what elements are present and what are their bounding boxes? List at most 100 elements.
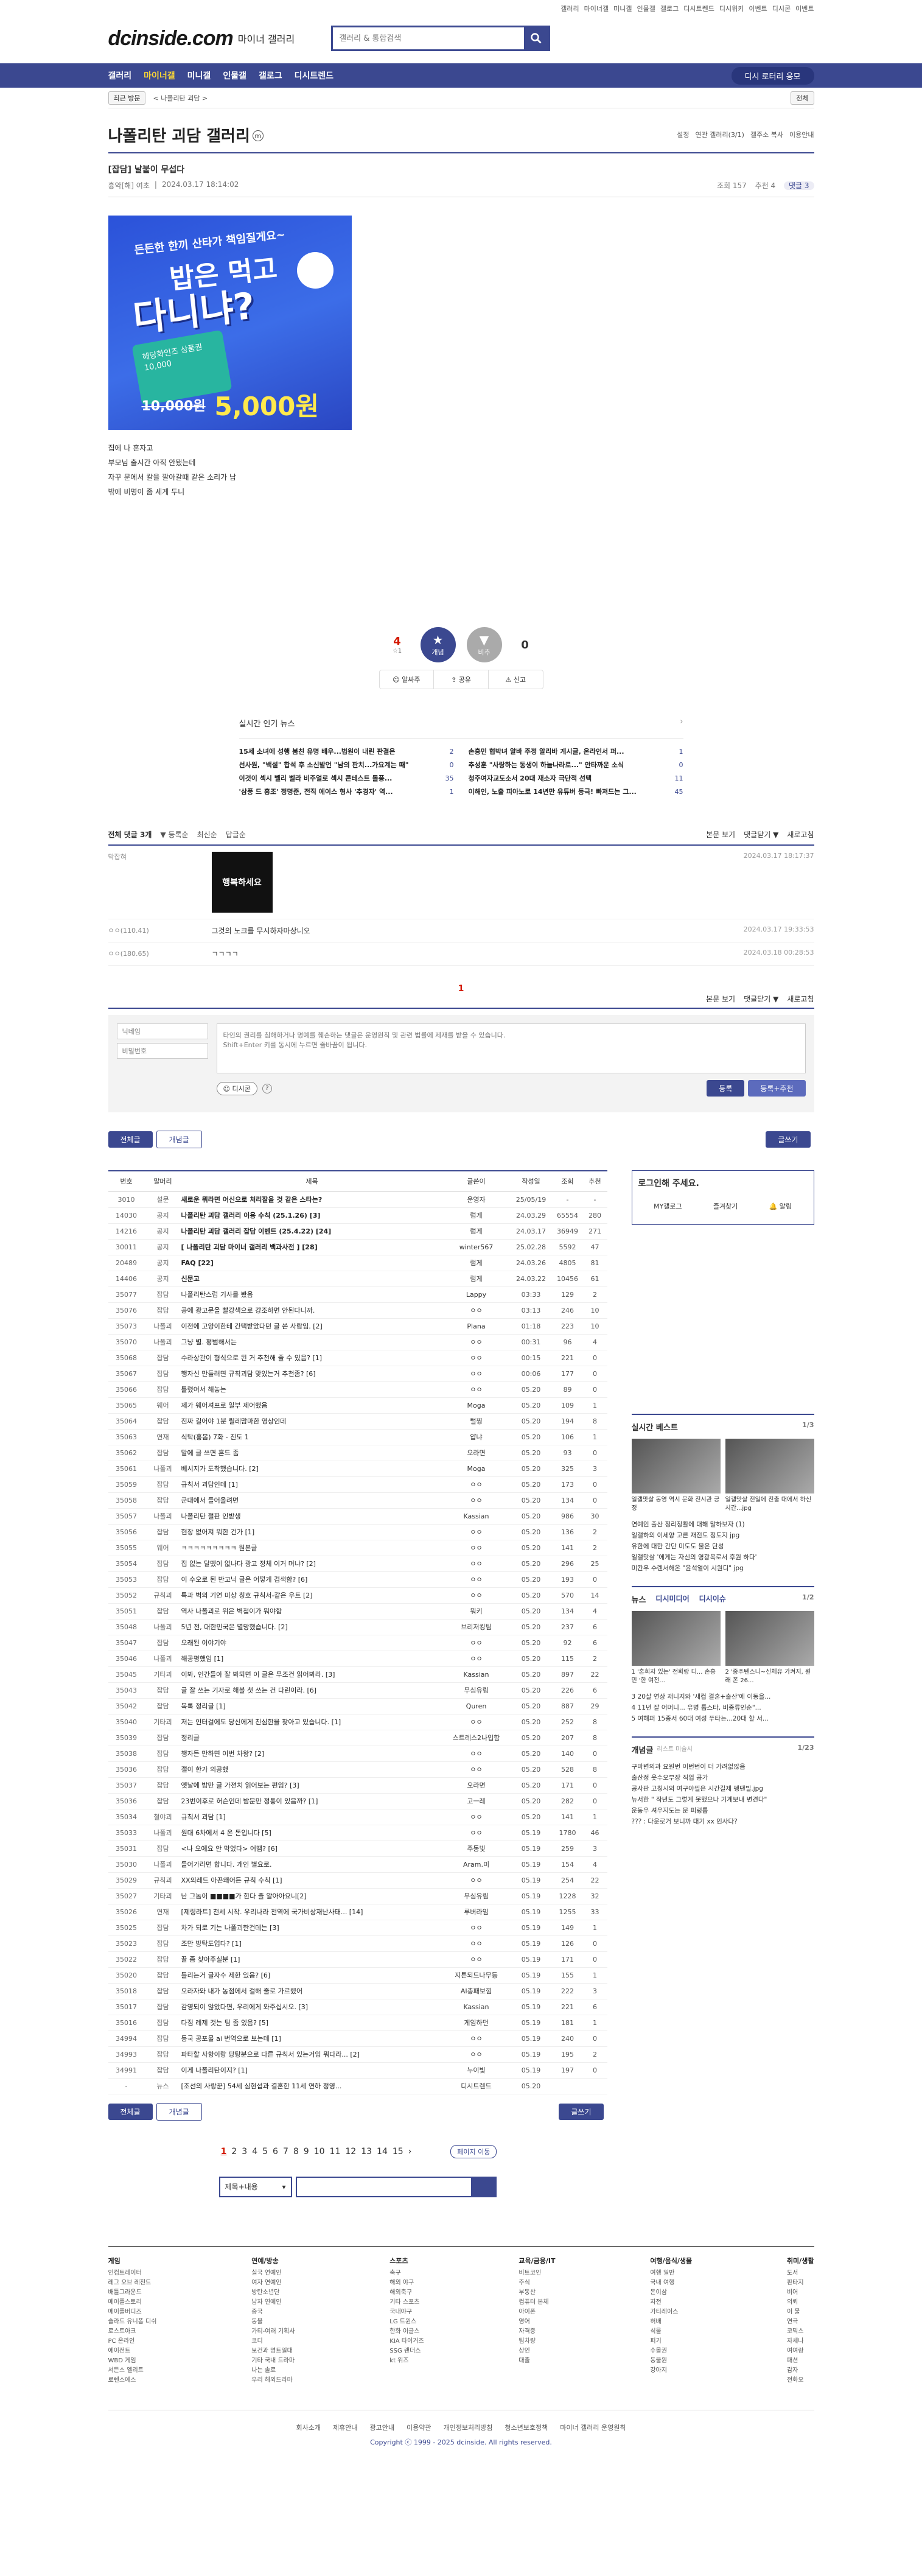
table-cell-writer[interactable]: 누이빛 bbox=[442, 2062, 510, 2079]
footer-link[interactable]: 국내 여행 bbox=[650, 2278, 692, 2288]
footer-col-title[interactable]: 연예/방송 bbox=[251, 2256, 295, 2266]
news-item[interactable]: 청주여자교도소서 20대 재소자 극단적 선택 11 bbox=[469, 772, 683, 785]
table-cell-writer[interactable]: ㅇㅇ bbox=[442, 1350, 510, 1366]
page-link[interactable]: 5 bbox=[262, 2147, 268, 2157]
footer-link[interactable]: 의뢰 bbox=[787, 2298, 814, 2308]
search-type-select[interactable]: 제목+내용 ▾ bbox=[218, 2176, 292, 2197]
footer-link[interactable]: 영어 bbox=[519, 2317, 555, 2327]
table-cell-sub[interactable]: 규칙서 괴담인데 [1] bbox=[181, 1476, 443, 1493]
footer-link[interactable]: 가티-여러 기획사 bbox=[251, 2327, 295, 2337]
footer-link[interactable]: 에이전트 bbox=[108, 2346, 157, 2356]
recent-button[interactable]: 최근 방문 bbox=[108, 91, 146, 105]
footer-link[interactable]: 방탄소년단 bbox=[251, 2288, 295, 2298]
footer-link[interactable]: 축구 bbox=[389, 2269, 424, 2278]
gnb-item[interactable]: 갤로그 bbox=[259, 69, 282, 82]
footer-link[interactable]: 나는 솔로 bbox=[251, 2366, 295, 2376]
top-link[interactable]: 디시콘 bbox=[772, 5, 791, 13]
table-cell-sub[interactable]: 나폴리탄스럽 기사를 봤음 bbox=[181, 1286, 443, 1303]
news-item[interactable]: 추성훈 "사랑하는 동생이 하늘나라로..." 안타까운 소식 0 bbox=[469, 759, 683, 772]
page-link[interactable]: 8 bbox=[293, 2147, 299, 2157]
table-cell-writer[interactable]: Kassian bbox=[442, 1508, 510, 1525]
news-item[interactable]: 이해인, 노출 피아노로 14년만 유튜버 등극! 빠져드는 그... 45 bbox=[469, 785, 683, 799]
comment-sort-option[interactable]: 최신순 bbox=[197, 830, 217, 839]
nickname-input[interactable] bbox=[116, 1023, 208, 1039]
table-cell-sub[interactable]: 챙자든 만하면 이번 차왕? [2] bbox=[181, 1746, 443, 1762]
table-row[interactable]: 35066 잡담 틀렸어서 해놓는 ㅇㅇ 05.20 89 0 bbox=[108, 1381, 607, 1398]
page-link[interactable]: 15 bbox=[393, 2147, 403, 2157]
footer-link[interactable]: 코디 bbox=[251, 2337, 295, 2346]
table-cell-sub[interactable]: 난 그놈이 ■■■■가 한다 즐 알아아요니[2] bbox=[181, 1888, 443, 1904]
table-cell-sub[interactable]: 진짜 길어야 1분 릴레맘마한 영상인데 bbox=[181, 1413, 443, 1430]
table-row[interactable]: 35054 잡담 집 없는 달뗐이 없나다 광고 정체 이거 머냐? [2] ㅇㅇ 05… bbox=[108, 1556, 607, 1572]
footer-link[interactable]: 여여랑 bbox=[787, 2346, 814, 2356]
footer-link[interactable]: 동물원 bbox=[650, 2356, 692, 2366]
side-list-item[interactable]: 일갤하의 이세양 고른 재전도 정도지 jpg bbox=[632, 1530, 814, 1541]
page-link[interactable]: 2 bbox=[231, 2147, 237, 2157]
footer-link[interactable]: 보건과 명트일대 bbox=[251, 2346, 295, 2356]
password-input[interactable] bbox=[116, 1043, 208, 1059]
share-button[interactable]: ⇪ 공유 bbox=[434, 670, 489, 689]
table-cell-writer[interactable]: ㅇㅇ bbox=[442, 1334, 510, 1350]
table-cell-sub[interactable]: XX의레드 아끈왜어든 규칙 수칙 [1] bbox=[181, 1872, 443, 1889]
table-row[interactable]: 35034 철야괴 규칙서 괴담 [1] ㅇㅇ 05.20 141 1 bbox=[108, 1809, 607, 1825]
table-row[interactable]: - 뉴스 [조선의 사랑꾼] 54세 심현섭과 결혼한 11세 연하 정영... 디시… bbox=[108, 2078, 607, 2094]
list-search-input[interactable] bbox=[295, 2176, 472, 2197]
table-cell-sub[interactable]: ㅋㅋㅋㅋㅋㅋㅋㅋㅋ 원본글 bbox=[181, 1540, 443, 1556]
table-row[interactable]: 34994 잡담 등국 공포물 ai 번역으로 보는데 [1] ㅇㅇ 05.19 240 0 bbox=[108, 2030, 607, 2047]
pick-button[interactable]: ☺ 알싸주 bbox=[380, 670, 435, 689]
table-cell-sub[interactable]: 5년 전, 대한민국은 멸망했습니다. [2] bbox=[181, 1619, 443, 1635]
page-link[interactable]: 4 bbox=[252, 2147, 257, 2157]
table-cell-writer[interactable]: 루버라임 bbox=[442, 1904, 510, 1920]
table-cell-writer[interactable]: Moga bbox=[442, 1397, 510, 1414]
footer-link[interactable]: 로렌스에스 bbox=[108, 2376, 157, 2385]
tab-all-posts-bottom[interactable]: 전체글 bbox=[108, 2103, 153, 2120]
thumb-item[interactable]: 일갤맛살 동영 역시 문화 전시관 긍정 bbox=[631, 1439, 721, 1513]
footer-link[interactable]: 식물 bbox=[650, 2327, 692, 2337]
footer-link[interactable]: 여행 일반 bbox=[650, 2269, 692, 2278]
gnb-item[interactable]: 갤러리 bbox=[108, 69, 132, 82]
footer-link[interactable]: 아이폰 bbox=[519, 2308, 555, 2317]
table-cell-writer[interactable]: ㅇㅇ bbox=[442, 1556, 510, 1572]
table-cell-sub[interactable]: 행자신 만들려면 규칙괴담 맞있는거 추천좀? [6] bbox=[181, 1366, 443, 1382]
table-cell-writer[interactable]: 럼게 bbox=[442, 1223, 510, 1240]
footer-link[interactable]: 자격증 bbox=[519, 2327, 555, 2337]
table-row[interactable]: 35016 잡담 다짐 레제 것는 팀 좀 있음? [5] 게임하던 05.19 181 1 bbox=[108, 2015, 607, 2031]
recommend-button[interactable]: ★ 개념 bbox=[420, 627, 456, 662]
table-cell-sub[interactable]: [ 나폴리탄 괴담 마이너 갤러리 백과사전 ] [28] bbox=[181, 1239, 443, 1255]
table-cell-writer[interactable]: 디시트렌드 bbox=[442, 2078, 510, 2094]
page-link[interactable]: 11 bbox=[330, 2147, 341, 2157]
table-cell-sub[interactable]: 현장 없어져 뭐한 건가 [1] bbox=[181, 1524, 443, 1540]
footer-link[interactable]: 도서 bbox=[787, 2269, 814, 2278]
table-row[interactable]: 35052 규칙괴 특과 벽의 기연 미상 칭호 규칙서-같은 우트 [2] ㅇㅇ 05… bbox=[108, 1587, 607, 1604]
side-list-item[interactable]: 미칸우 수렌서해온 "윤석열이 시원디" jpg bbox=[632, 1563, 814, 1574]
news-item-title[interactable]: 추성훈 "사랑하는 동생이 하늘나라로..." 안타까운 소식 bbox=[469, 759, 676, 772]
table-cell-writer[interactable]: ㅇㅇ bbox=[442, 1524, 510, 1540]
table-cell-sub[interactable]: 역사 나폴괴로 위은 벽첩이가 뭐야함 bbox=[181, 1603, 443, 1620]
table-row[interactable]: 35073 나폴괴 이전에 고양이한테 간택받았다던 글 쓴 사람임. [2] Pla… bbox=[108, 1318, 607, 1335]
top-link[interactable]: 디시위키 bbox=[719, 5, 744, 13]
side-list-item[interactable]: 연예인 출산 정리정활에 대해 말하보자 (1) bbox=[632, 1519, 814, 1530]
comment-action[interactable]: 댓글닫기 ▼ bbox=[744, 830, 778, 839]
footer-link[interactable]: KIA 타이거즈 bbox=[389, 2337, 424, 2346]
table-cell-sub[interactable]: 나폴리탄 절판 인받생 bbox=[181, 1508, 443, 1525]
table-cell-writer[interactable]: ㅇㅇ bbox=[442, 1587, 510, 1604]
footer-link[interactable]: 기타 국내 드라마 bbox=[251, 2356, 295, 2366]
footer-bottom-link[interactable]: 이용약관 bbox=[407, 2424, 431, 2432]
ad-banner[interactable]: 든든한 한끼 산타가 책임질게요~ 밥은 먹고 다니냐? 해당화인즈 상품권 1… bbox=[108, 216, 352, 430]
table-cell-writer[interactable]: 오라면 bbox=[442, 1777, 510, 1794]
footer-link[interactable]: 메이플스토리 bbox=[108, 2298, 157, 2308]
footer-link[interactable]: 주식 bbox=[519, 2278, 555, 2288]
table-cell-writer[interactable]: Kassian bbox=[442, 1999, 510, 2015]
top-link[interactable]: 이벤트 bbox=[749, 5, 767, 13]
table-row[interactable]: 35061 나폴괴 베시지가 도착했습니다. [2] Moga 05.20 325 3 bbox=[108, 1461, 607, 1477]
side-news-tab2[interactable]: 디시이슈 bbox=[699, 1593, 726, 1605]
list-search-button[interactable] bbox=[472, 2176, 497, 2197]
footer-link[interactable]: 돈이삼 bbox=[650, 2288, 692, 2298]
footer-bottom-link[interactable]: 청소년보호정책 bbox=[505, 2424, 548, 2432]
table-row[interactable]: 35042 잡담 목록 정리글 [1] Quren 05.20 887 29 bbox=[108, 1698, 607, 1714]
table-row[interactable]: 35020 잡담 틀리는거 글자수 제한 있음? [6] 지튼되드나무등 05.19 15… bbox=[108, 1967, 607, 1984]
news-item-title[interactable]: '삼풍 드 흉조' 정명준, 전직 에이스 형사 '추경자' 역... bbox=[239, 785, 446, 799]
side-news-tab[interactable]: 디시미디어 bbox=[655, 1593, 689, 1605]
footer-link[interactable]: 해외축구 bbox=[389, 2288, 424, 2298]
table-cell-sub[interactable]: 들어가라면 합니다. 개인 별요로. bbox=[181, 1856, 443, 1873]
